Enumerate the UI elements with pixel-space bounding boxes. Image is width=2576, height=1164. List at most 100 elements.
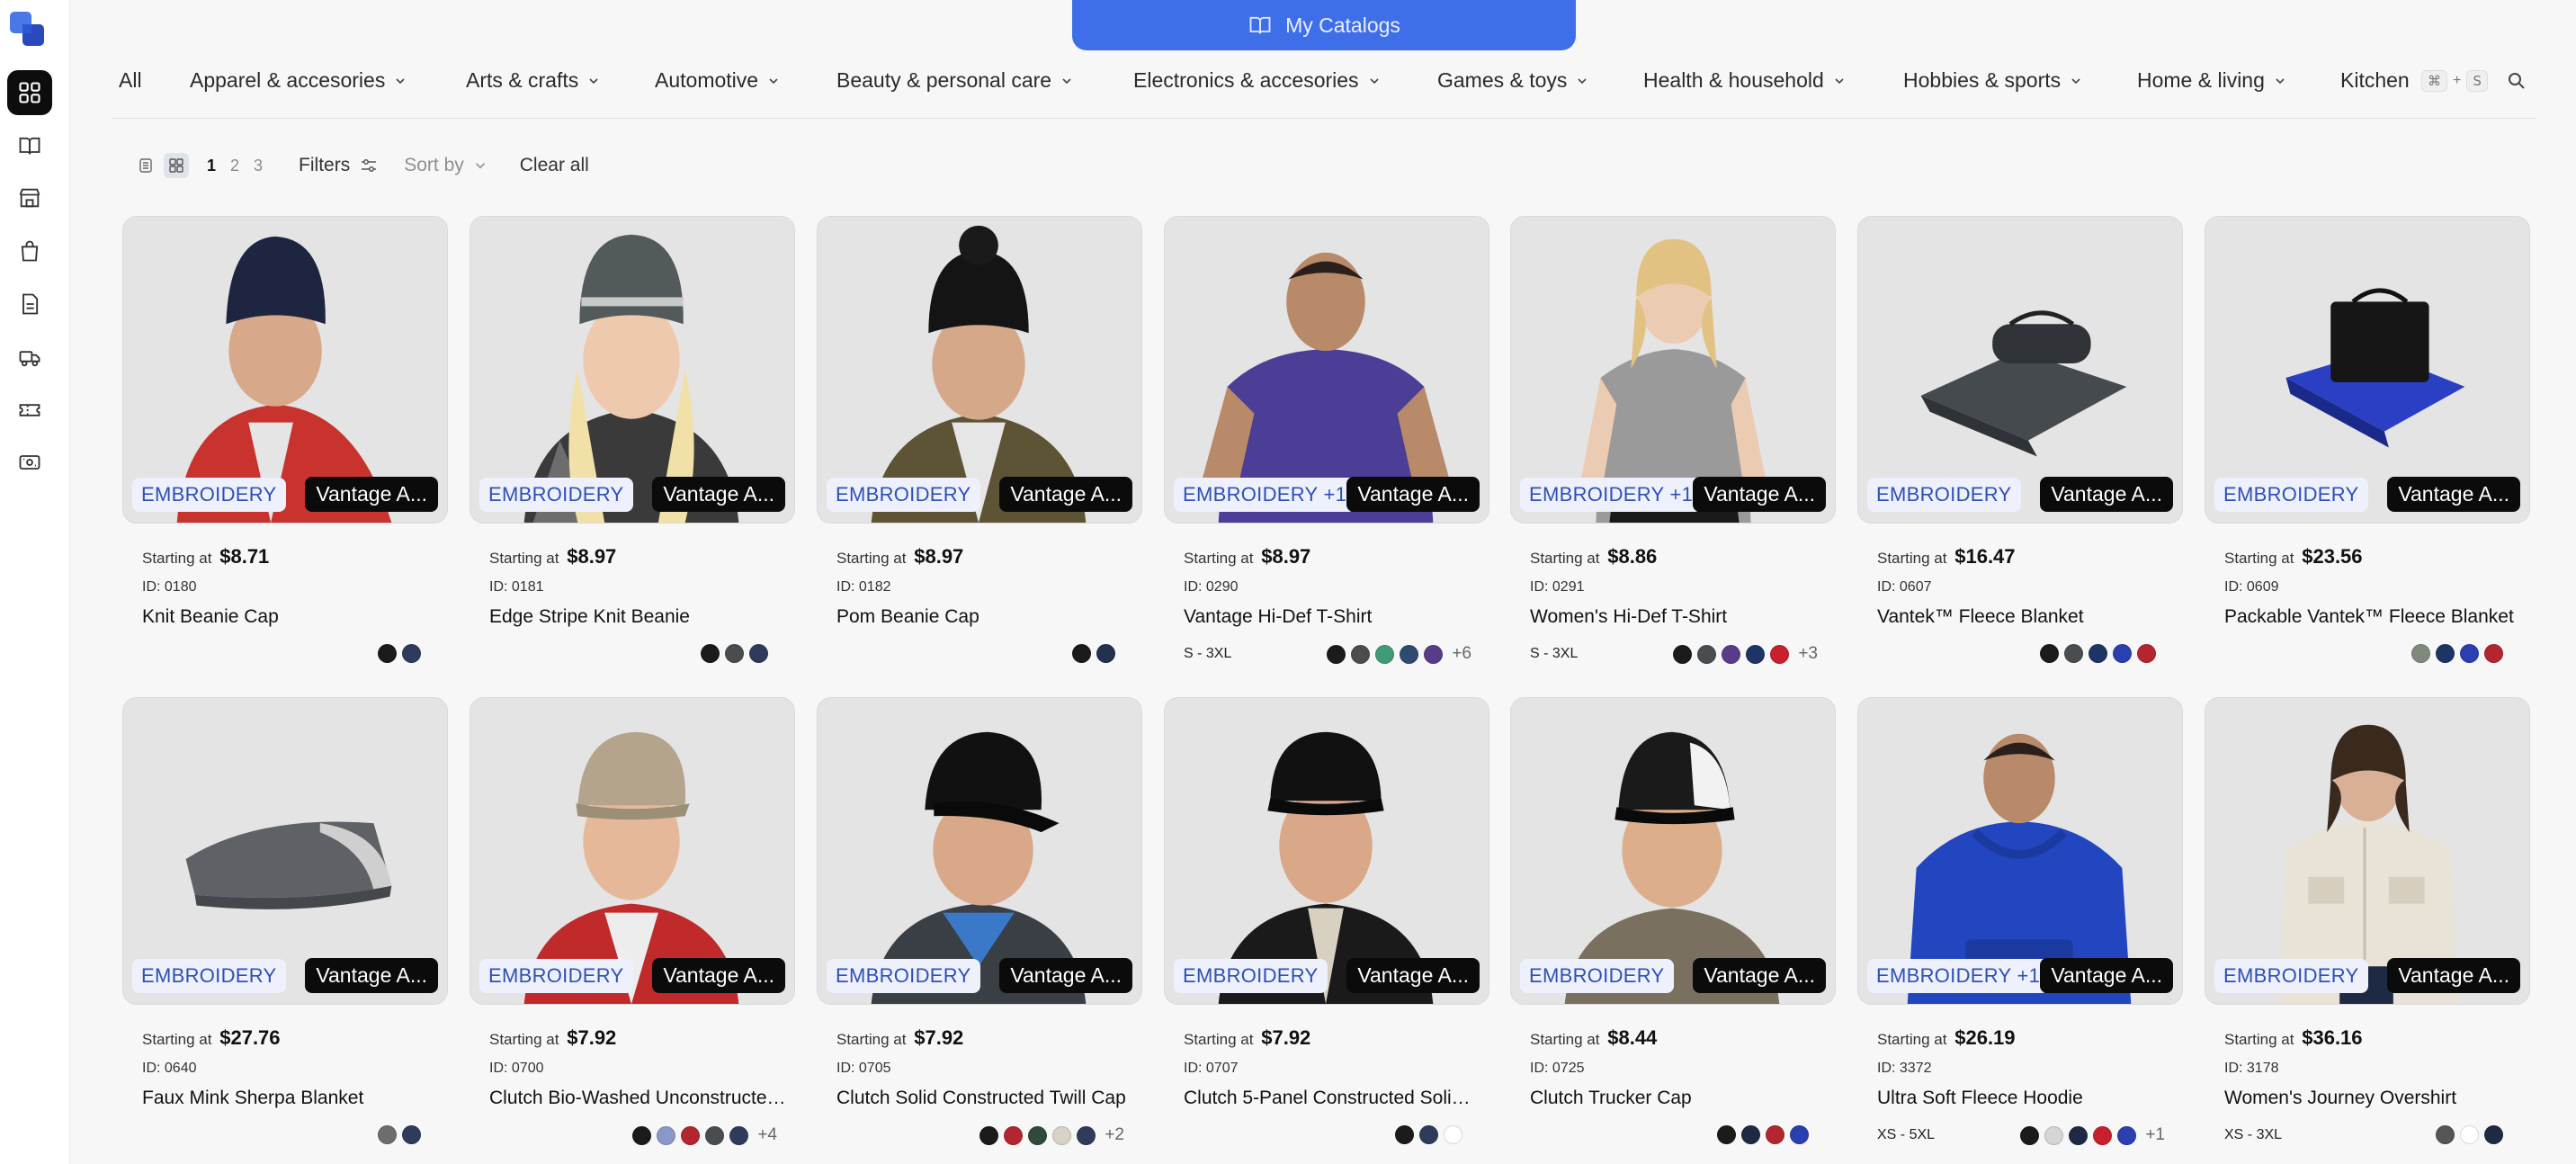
- product-card[interactable]: EMBROIDERY +1 Vantage A... Starting at $…: [1857, 697, 2183, 1147]
- product-image[interactable]: EMBROIDERY Vantage A...: [1510, 697, 1836, 1005]
- app-logo-icon[interactable]: [8, 10, 48, 49]
- color-swatch[interactable]: [1697, 644, 1717, 664]
- category-apparel[interactable]: Apparel & accesories: [190, 68, 407, 93]
- product-name[interactable]: Clutch 5-Panel Constructed Solid Twill C…: [1184, 1088, 1480, 1109]
- category-games-toys[interactable]: Games & toys: [1437, 68, 1588, 93]
- product-name[interactable]: Women's Journey Overshirt: [2224, 1088, 2521, 1109]
- color-swatch[interactable]: [632, 1125, 652, 1145]
- color-swatch[interactable]: [1375, 644, 1395, 664]
- color-swatch[interactable]: [1004, 1125, 1024, 1145]
- color-swatch[interactable]: [1746, 644, 1766, 664]
- category-automotive[interactable]: Automotive: [655, 68, 780, 93]
- page-3[interactable]: 3: [254, 157, 263, 175]
- color-swatch[interactable]: [1072, 644, 1091, 663]
- color-swatch[interactable]: [2069, 1125, 2089, 1145]
- my-catalogs-button[interactable]: My Catalogs: [1072, 0, 1576, 50]
- product-name[interactable]: Clutch Bio-Washed Unconstructed Twill Ca…: [489, 1088, 786, 1109]
- product-image[interactable]: EMBROIDERY +1 Vantage A...: [1857, 697, 2183, 1005]
- color-swatch[interactable]: [1028, 1125, 1048, 1145]
- clear-all-button[interactable]: Clear all: [520, 155, 589, 176]
- color-swatch[interactable]: [749, 644, 768, 663]
- color-swatch[interactable]: [2411, 644, 2430, 663]
- sort-by-dropdown[interactable]: Sort by: [404, 155, 487, 176]
- category-arts-crafts[interactable]: Arts & crafts: [466, 68, 600, 93]
- color-swatch[interactable]: [725, 644, 744, 663]
- grid-view-button[interactable]: [164, 153, 189, 178]
- category-kitchen[interactable]: Kitchen: [2340, 68, 2410, 93]
- nav-ticket-icon[interactable]: [7, 388, 52, 433]
- color-swatch[interactable]: [2089, 644, 2107, 663]
- color-swatch[interactable]: [2137, 644, 2156, 663]
- category-all[interactable]: All: [119, 68, 142, 93]
- product-card[interactable]: EMBROIDERY Vantage A... Starting at $7.9…: [470, 697, 795, 1147]
- color-swatch[interactable]: [2484, 1125, 2503, 1144]
- category-beauty[interactable]: Beauty & personal care: [836, 68, 1073, 93]
- color-swatch[interactable]: [1717, 1125, 1736, 1144]
- product-card[interactable]: EMBROIDERY Vantage A... Starting at $36.…: [2205, 697, 2530, 1147]
- color-swatch[interactable]: [705, 1125, 725, 1145]
- page-2[interactable]: 2: [230, 157, 239, 175]
- product-card[interactable]: EMBROIDERY Vantage A... Starting at $8.7…: [122, 216, 448, 666]
- color-swatch[interactable]: [1424, 644, 1444, 664]
- product-card[interactable]: EMBROIDERY Vantage A... Starting at $8.9…: [817, 216, 1142, 666]
- product-name[interactable]: Knit Beanie Cap: [142, 606, 439, 628]
- color-swatch[interactable]: [1722, 644, 1741, 664]
- more-colors-count[interactable]: +2: [1105, 1125, 1124, 1145]
- page-1[interactable]: 1: [207, 157, 216, 175]
- color-swatch[interactable]: [1096, 644, 1115, 663]
- product-image[interactable]: EMBROIDERY +1 Vantage A...: [1510, 216, 1836, 524]
- color-swatch[interactable]: [1673, 644, 1693, 664]
- color-swatch[interactable]: [729, 1125, 749, 1145]
- color-swatch[interactable]: [1419, 1125, 1438, 1144]
- color-swatch[interactable]: [701, 644, 720, 663]
- product-name[interactable]: Pom Beanie Cap: [836, 606, 1133, 628]
- color-swatch[interactable]: [2484, 644, 2503, 663]
- product-card[interactable]: EMBROIDERY Vantage A... Starting at $8.9…: [470, 216, 795, 666]
- product-image[interactable]: EMBROIDERY +1 Vantage A...: [1164, 216, 1489, 524]
- product-name[interactable]: Faux Mink Sherpa Blanket: [142, 1088, 439, 1109]
- color-swatch[interactable]: [1400, 644, 1419, 664]
- nav-document-icon[interactable]: [7, 282, 52, 327]
- color-swatch[interactable]: [1327, 644, 1346, 664]
- product-card[interactable]: EMBROIDERY Vantage A... Starting at $16.…: [1857, 216, 2183, 666]
- product-name[interactable]: Women's Hi-Def T-Shirt: [1530, 606, 1827, 628]
- product-image[interactable]: EMBROIDERY Vantage A...: [1164, 697, 1489, 1005]
- color-swatch[interactable]: [2113, 644, 2132, 663]
- product-card[interactable]: EMBROIDERY Vantage A... Starting at $7.9…: [817, 697, 1142, 1147]
- color-swatch[interactable]: [378, 1125, 397, 1144]
- product-image[interactable]: EMBROIDERY Vantage A...: [2205, 216, 2530, 524]
- color-swatch[interactable]: [1444, 1125, 1462, 1144]
- product-image[interactable]: EMBROIDERY Vantage A...: [122, 216, 448, 524]
- color-swatch[interactable]: [1052, 1125, 1072, 1145]
- color-swatch[interactable]: [378, 644, 397, 663]
- product-name[interactable]: Vantek™ Fleece Blanket: [1877, 606, 2174, 628]
- color-swatch[interactable]: [1395, 1125, 1414, 1144]
- product-image[interactable]: EMBROIDERY Vantage A...: [2205, 697, 2530, 1005]
- color-swatch[interactable]: [1351, 644, 1371, 664]
- color-swatch[interactable]: [2117, 1125, 2137, 1145]
- color-swatch[interactable]: [2436, 644, 2455, 663]
- nav-store-icon[interactable]: [7, 175, 52, 220]
- nav-shipping-truck-icon[interactable]: [7, 335, 52, 380]
- color-swatch[interactable]: [2044, 1125, 2064, 1145]
- product-image[interactable]: EMBROIDERY Vantage A...: [817, 697, 1142, 1005]
- product-card[interactable]: EMBROIDERY Vantage A... Starting at $27.…: [122, 697, 448, 1147]
- color-swatch[interactable]: [657, 1125, 676, 1145]
- product-card[interactable]: EMBROIDERY Vantage A... Starting at $23.…: [2205, 216, 2530, 666]
- category-electronics[interactable]: Electronics & accesories: [1133, 68, 1381, 93]
- nav-catalog-book-icon[interactable]: [7, 123, 52, 168]
- color-swatch[interactable]: [681, 1125, 701, 1145]
- more-colors-count[interactable]: +4: [757, 1125, 777, 1145]
- list-view-button[interactable]: [133, 153, 158, 178]
- product-image[interactable]: EMBROIDERY Vantage A...: [1857, 216, 2183, 524]
- color-swatch[interactable]: [2064, 644, 2083, 663]
- color-swatch[interactable]: [402, 1125, 421, 1144]
- color-swatch[interactable]: [1077, 1125, 1096, 1145]
- product-name[interactable]: Clutch Solid Constructed Twill Cap: [836, 1088, 1133, 1109]
- color-swatch[interactable]: [2040, 644, 2059, 663]
- product-name[interactable]: Clutch Trucker Cap: [1530, 1088, 1827, 1109]
- category-health[interactable]: Health & household: [1643, 68, 1846, 93]
- color-swatch[interactable]: [402, 644, 421, 663]
- search-icon[interactable]: [2506, 70, 2527, 92]
- color-swatch[interactable]: [979, 1125, 999, 1145]
